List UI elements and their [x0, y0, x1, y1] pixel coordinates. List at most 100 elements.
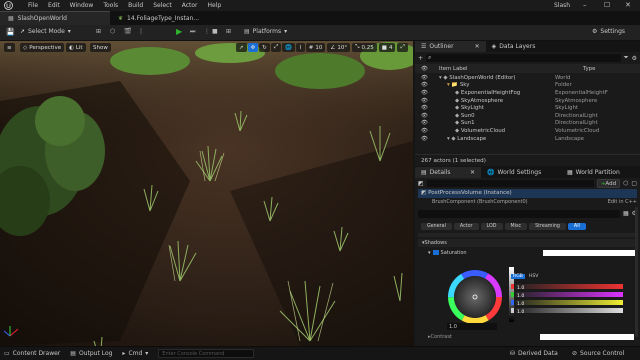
- lock-icon[interactable]: ▢: [631, 180, 637, 187]
- menu-build[interactable]: Build: [128, 2, 143, 9]
- maximize-icon[interactable]: ☐: [604, 1, 610, 9]
- visibility-icon[interactable]: 👁: [415, 136, 429, 142]
- filter-all[interactable]: All: [567, 222, 586, 230]
- selected-actor-row[interactable]: ◩ PostProcessVolume (Instance): [418, 189, 637, 198]
- outliner-row[interactable]: 👁 ◆ SkyAtmosphere SkyAtmosphere: [415, 97, 640, 105]
- tab-details[interactable]: ▤ Details ✕: [415, 167, 481, 178]
- level-viewport[interactable]: [0, 41, 413, 346]
- menu-file[interactable]: File: [28, 2, 38, 9]
- search-input[interactable]: ⌕: [426, 54, 621, 62]
- tab-world-settings[interactable]: 🌐 World Settings: [481, 167, 561, 178]
- menu-actor[interactable]: Actor: [182, 2, 198, 9]
- visibility-icon[interactable]: 👁: [415, 75, 429, 81]
- green-slider[interactable]: 1.0: [511, 291, 623, 299]
- filter-icon[interactable]: ⏷: [624, 54, 629, 62]
- output-log-button[interactable]: ▤ Output Log: [70, 350, 112, 357]
- saturation-row[interactable]: ▾ Saturation: [418, 248, 637, 257]
- play-options-icon[interactable]: ⋮: [204, 28, 210, 35]
- platforms-dropdown[interactable]: ▤ Platforms ▾: [244, 28, 287, 35]
- menu-edit[interactable]: Edit: [48, 2, 60, 9]
- filter-general[interactable]: General: [421, 222, 452, 230]
- close-icon[interactable]: ✕: [470, 169, 475, 176]
- move-tool-icon[interactable]: ✥: [247, 43, 259, 52]
- source-control-button[interactable]: ⊘ Source Control: [572, 350, 624, 357]
- perspective-button[interactable]: ◇ Perspective: [20, 43, 65, 52]
- grid-snap-button[interactable]: # 10: [305, 43, 326, 52]
- platform-icon[interactable]: ⊞: [226, 28, 231, 35]
- wheel-value-field[interactable]: 1.0: [447, 323, 497, 330]
- select-mode-dropdown[interactable]: ➚ Select Mode ▾: [20, 28, 71, 35]
- grid-view-icon[interactable]: ▦: [623, 210, 629, 217]
- derived-data-button[interactable]: ⛁ Derived Data: [510, 350, 558, 357]
- tab-data-layers[interactable]: ◈ Data Layers: [486, 41, 542, 52]
- outliner-row[interactable]: 👁 ◆ VolumetricCloud VolumetricCloud: [415, 127, 640, 135]
- outliner-row[interactable]: 👁 ▾ 📁 Sky Folder: [415, 82, 640, 90]
- column-type[interactable]: Type: [583, 66, 595, 72]
- component-row[interactable]: BrushComponent (BrushComponent0) Edit in…: [418, 198, 637, 205]
- blueprint-icon[interactable]: ⬡: [623, 180, 628, 187]
- blueprint-icon[interactable]: ⬡: [110, 28, 115, 35]
- console-input[interactable]: Enter Console Command: [158, 349, 255, 358]
- outliner-row[interactable]: 👁 ◆ ExponentialHeightFog ExponentialHeight…: [415, 89, 640, 97]
- maximize-viewport-icon[interactable]: ⤢: [397, 43, 408, 52]
- blue-slider[interactable]: 1.0: [511, 299, 623, 307]
- alpha-slider[interactable]: 1.0: [511, 307, 623, 315]
- menu-help[interactable]: Help: [208, 2, 222, 9]
- show-button[interactable]: Show: [90, 43, 111, 52]
- visibility-icon[interactable]: 👁: [415, 82, 429, 88]
- skip-icon[interactable]: ⏭: [190, 28, 195, 36]
- world-space-icon[interactable]: 🌐: [282, 43, 296, 52]
- menu-select[interactable]: Select: [153, 2, 172, 9]
- filter-streaming[interactable]: Streaming: [529, 222, 566, 230]
- outliner-row[interactable]: 👁 ▾ ◆ SlashOpenWorld (Editor) World: [415, 74, 640, 82]
- settings-dropdown[interactable]: ⚙ Settings: [592, 28, 625, 35]
- rgb-mode-button[interactable]: RGB: [511, 274, 525, 279]
- visibility-icon[interactable]: 👁: [415, 98, 429, 104]
- color-wheel[interactable]: [445, 267, 505, 327]
- rotate-tool-icon[interactable]: ↻: [259, 43, 270, 52]
- tab-slash-open-world[interactable]: ▦ SlashOpenWorld: [0, 11, 110, 25]
- add-component-button[interactable]: + Add: [596, 179, 621, 188]
- viewport-menu-button[interactable]: ≡: [4, 43, 15, 52]
- scale-tool-icon[interactable]: ⤢: [270, 43, 282, 52]
- add-icon[interactable]: +: [418, 55, 423, 62]
- shadows-section[interactable]: ▾ Shadows: [418, 239, 637, 247]
- visibility-icon[interactable]: 👁: [415, 120, 429, 126]
- filter-lod[interactable]: LOD: [480, 222, 503, 230]
- tab-world-partition[interactable]: ▦ World Partition: [561, 167, 626, 178]
- filter-actor[interactable]: Actor: [453, 222, 479, 230]
- gear-icon[interactable]: ⚙: [632, 55, 637, 62]
- tab-outliner[interactable]: ☰ Outliner ✕: [415, 41, 486, 52]
- filter-misc[interactable]: Misc: [504, 222, 528, 230]
- edit-in-link[interactable]: Edit in C++: [608, 199, 637, 205]
- visibility-icon[interactable]: 👁: [415, 105, 429, 111]
- visibility-icon[interactable]: 👁: [415, 113, 429, 119]
- cmd-dropdown[interactable]: ▸ Cmd ▾: [122, 350, 148, 357]
- surface-snap-icon[interactable]: ⌇: [296, 43, 305, 52]
- actor-name-field[interactable]: [426, 180, 594, 187]
- red-slider[interactable]: 1.0: [511, 283, 623, 291]
- hsv-mode-button[interactable]: HSV: [529, 274, 539, 279]
- contrast-swatch[interactable]: [540, 334, 634, 340]
- details-scrollbar[interactable]: [635, 207, 638, 337]
- select-tool-icon[interactable]: ➚: [236, 43, 247, 52]
- column-item-label[interactable]: Item Label: [439, 66, 583, 72]
- play-icon[interactable]: ▶: [176, 27, 182, 36]
- close-icon[interactable]: ✕: [625, 1, 631, 9]
- minimize-icon[interactable]: –: [583, 1, 587, 9]
- visibility-icon[interactable]: 👁: [415, 128, 429, 134]
- cinematics-icon[interactable]: 🎬: [124, 28, 131, 35]
- content-drawer-button[interactable]: ▭ Content Drawer: [4, 350, 60, 357]
- contrast-row[interactable]: ▸ Contrast: [418, 333, 634, 341]
- menu-window[interactable]: Window: [70, 2, 94, 9]
- menu-tools[interactable]: Tools: [103, 2, 118, 9]
- close-icon[interactable]: ✕: [475, 43, 480, 50]
- rotation-snap-button[interactable]: ∠ 10°: [327, 43, 351, 52]
- checkbox[interactable]: [432, 250, 439, 255]
- visibility-icon[interactable]: 👁: [415, 90, 429, 96]
- add-actor-icon[interactable]: ⊞: [96, 28, 101, 35]
- scale-snap-button[interactable]: ⤡ 0.25: [352, 43, 377, 52]
- stop-icon[interactable]: ■: [212, 28, 218, 35]
- details-search-input[interactable]: [418, 209, 620, 218]
- camera-speed-button[interactable]: ■ 4: [378, 43, 396, 52]
